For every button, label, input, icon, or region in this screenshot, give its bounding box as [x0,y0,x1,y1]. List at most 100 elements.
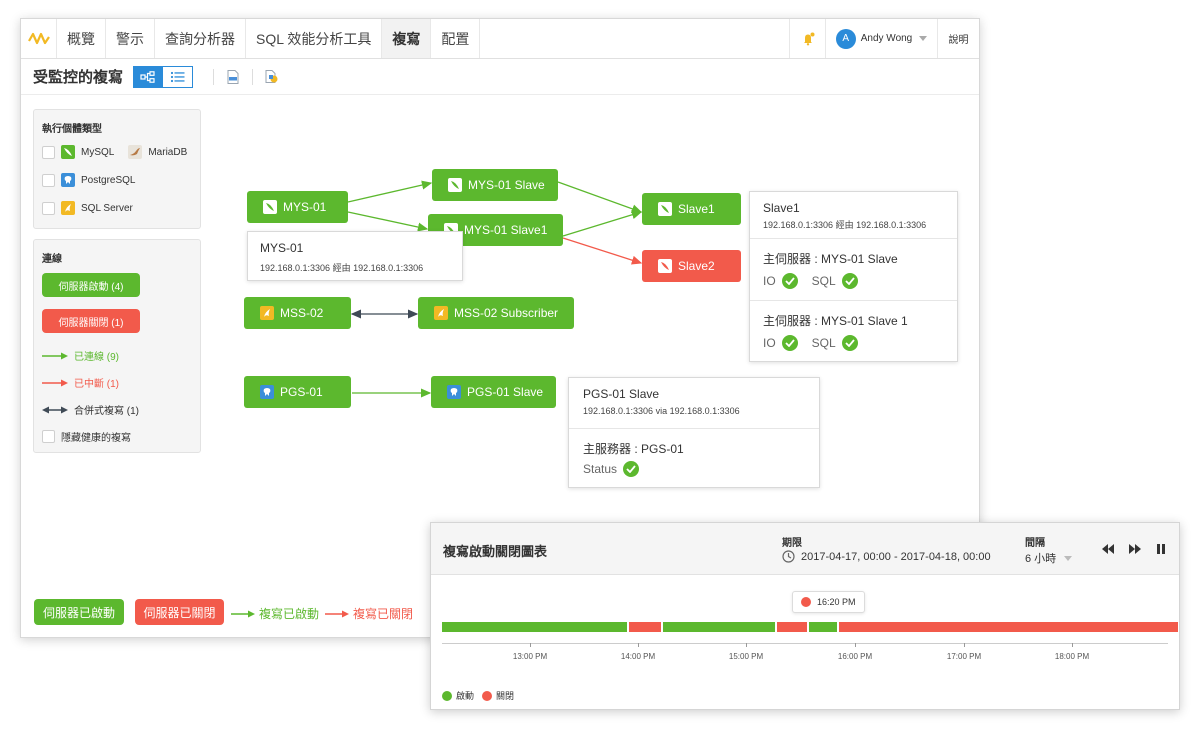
avatar: A [835,28,856,49]
check-icon [781,273,798,289]
chevron-down-icon [1064,555,1073,561]
status-row: IO SQL [763,273,858,289]
node-slave2[interactable]: Slave2 [642,250,741,282]
connections-panel: 連線 伺服器啟動 (4) 伺服器關閉 (1) 已連線 (9) 已中斷 (1) 合… [33,239,201,453]
postgresql-checkbox[interactable] [42,173,55,187]
period-value: 2017-04-17, 00:00 - 2017-04-18, 00:00 [801,550,991,563]
forward-button[interactable] [1128,542,1142,556]
node-mys01-slave[interactable]: MYS-01 Slave [432,169,558,201]
server-up-filter[interactable]: 伺服器啟動 (4) [42,273,140,297]
link-mys01-slave [347,180,433,203]
node-label: MSS-02 Subscriber [454,306,559,320]
tick-label: 13:00 PM [512,652,548,661]
chart-legend: 啟動 關閉 [442,689,514,702]
status-row: IO SQL [763,335,858,351]
instance-type-title: 執行個體類型 [42,124,102,135]
mysql-checkbox[interactable] [42,145,55,159]
nav-configuration[interactable]: 配置 [431,19,481,58]
green-arrow-icon [42,352,68,359]
timeline-segment-on[interactable] [809,622,837,632]
timeline-segment-off[interactable] [629,622,661,632]
node-mys01[interactable]: MYS-01 [247,191,348,223]
period-label: 期限 [782,538,802,549]
broken-filter[interactable]: 已中斷 (1) [42,375,119,390]
node-mss02-subscriber[interactable]: MSS-02 Subscriber [418,297,574,329]
timeline-ticks: 13:00 PM 14:00 PM 15:00 PM 16:00 PM 17:00 PM… [442,643,1168,663]
app-logo[interactable] [21,19,57,58]
server-down-filter[interactable]: 伺服器關閉 (1) [42,309,140,333]
node-slave1[interactable]: Slave1 [642,193,741,225]
merge-filter[interactable]: 合併式複寫 (1) [42,402,139,417]
node-pgs01-slave[interactable]: PGS-01 Slave [431,376,556,408]
nav-sql-profiler[interactable]: SQL 效能分析工具 [246,19,383,58]
connected-filter[interactable]: 已連線 (9) [42,348,119,363]
green-arrow-icon [231,610,255,617]
legend-repl-down: 複寫已關閉 [325,605,413,622]
broken-label: 已中斷 (1) [74,379,119,390]
pause-button[interactable] [1154,542,1168,556]
sqlserver-icon [61,201,75,215]
link-mys01-slave1 [347,211,429,232]
topology-view-button[interactable] [133,65,164,88]
rewind-button[interactable] [1101,542,1115,556]
tick-mark [746,643,747,647]
tick-mark [855,643,856,647]
period-picker[interactable]: 2017-04-17, 00:00 - 2017-04-18, 00:00 [782,550,991,563]
node-pgs01[interactable]: PGS-01 [244,376,351,408]
top-nav: 概覽 警示 查詢分析器 SQL 效能分析工具 複寫 配置 A Andy Wong… [21,19,979,59]
master-section: 主服務器 : PGS-01 Status [569,428,819,488]
legend-repl-up: 複寫已啟動 [231,605,319,622]
link-slave-slave1 [557,181,643,214]
export-pdf-button[interactable] [224,68,242,86]
red-arrow-icon [42,379,68,386]
legend-off-label: 關閉 [496,691,515,701]
mysql-label: MySQL [81,146,115,158]
filter-mysql: MySQL MariaDB [42,145,187,159]
report-icon [265,69,278,83]
nav-query-analyzer[interactable]: 查詢分析器 [155,19,246,58]
timeline-segment-on[interactable] [663,622,775,632]
node-label: MYS-01 Slave [468,178,545,192]
status-row: Status [583,461,640,477]
nav-overview[interactable]: 概覽 [57,19,106,58]
sqlserver-icon [260,306,274,320]
mysql-icon [448,178,462,192]
toolbar-divider [252,68,254,85]
node-label: MYS-01 Slave1 [464,223,548,237]
nav-alerts[interactable]: 警示 [106,19,155,58]
node-label: MYS-01 [283,200,327,214]
interval-select[interactable]: 6 小時 [1025,550,1073,566]
tick-label: 16:00 PM [837,652,873,661]
node-label: PGS-01 [280,385,323,399]
timeline-segment-off[interactable] [839,622,1178,632]
tick-mark [638,643,639,647]
legend-repl-down-label: 複寫已關閉 [353,607,414,621]
export-report-button[interactable] [263,68,281,86]
timeline-bar [442,622,1178,632]
nav-replication[interactable]: 複寫 [382,19,432,58]
tick-label: 14:00 PM [620,652,656,661]
node-mss02[interactable]: MSS-02 [244,297,351,329]
notifications-button[interactable] [789,19,825,58]
status-label: Status [583,462,618,476]
hide-healthy-checkbox[interactable] [42,430,55,443]
hide-healthy-filter: 隱藏健康的複寫 [42,429,131,444]
timeline-segment-off[interactable] [777,622,807,632]
help-link[interactable]: 說明 [937,19,979,58]
forward-icon [1129,544,1141,554]
timeline-segment-on[interactable] [442,622,627,632]
check-icon [623,461,640,477]
user-menu[interactable]: A Andy Wong [825,19,937,58]
list-icon [170,71,185,82]
list-view-button[interactable] [163,65,194,88]
popup-slave1: Slave1 192.168.0.1:3306 經由 192.168.0.1:3… [749,191,958,362]
off-dot-icon [801,597,811,607]
tick-mark [1072,643,1073,647]
popup-address: 192.168.0.1:3306 經由 192.168.0.1:3306 [260,263,424,273]
popup-title: PGS-01 Slave [583,387,660,401]
master-label: 主服務器 : PGS-01 [583,442,684,456]
postgresql-icon [447,385,461,399]
sqlserver-checkbox[interactable] [42,201,55,215]
tick-label: 15:00 PM [728,652,764,661]
